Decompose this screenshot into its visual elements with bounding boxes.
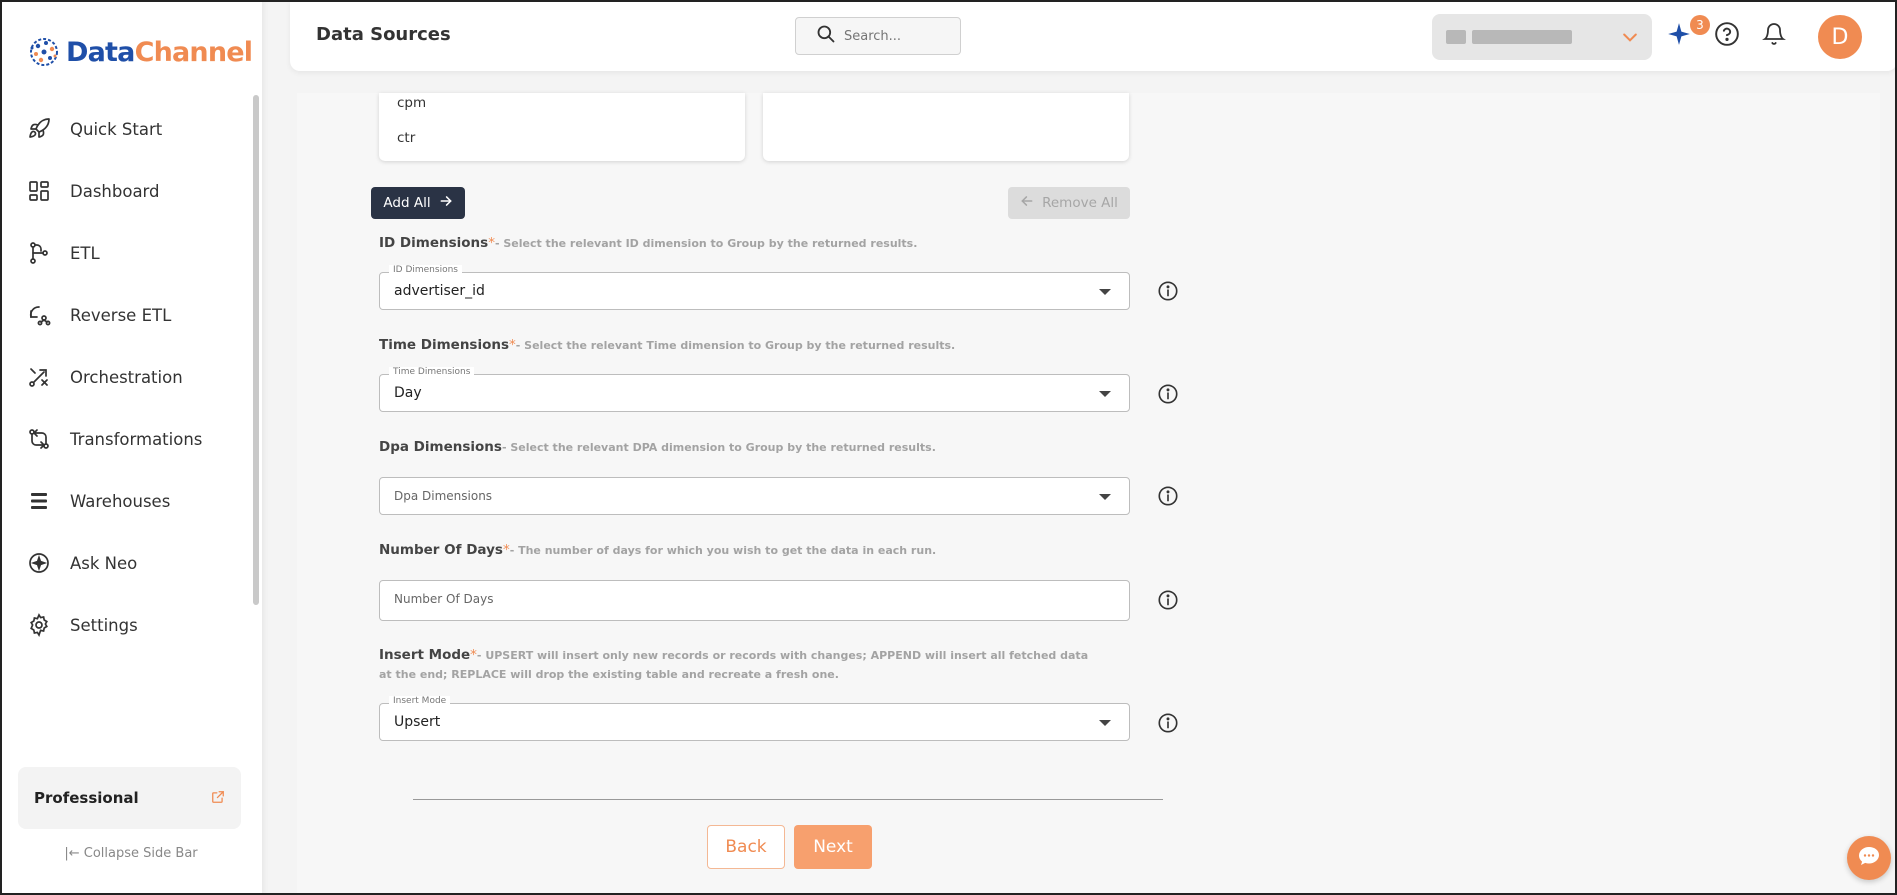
rocket-icon xyxy=(26,116,52,142)
page-title: Data Sources xyxy=(316,24,451,45)
workspace-selector[interactable] xyxy=(1432,14,1652,60)
help-button[interactable] xyxy=(1713,22,1741,50)
list-item[interactable]: ctr xyxy=(397,130,415,146)
arrow-right-icon xyxy=(439,194,453,212)
chat-support-button[interactable] xyxy=(1847,836,1891,880)
chat-bubble-icon xyxy=(1857,844,1881,872)
search-box[interactable] xyxy=(795,17,961,55)
sidebar-item-transformations[interactable]: Transformations xyxy=(0,408,250,470)
back-button[interactable]: Back xyxy=(707,825,785,869)
datachannel-logo[interactable]: DataChannel xyxy=(26,34,253,70)
selected-value: advertiser_id xyxy=(394,283,485,299)
user-avatar[interactable]: D xyxy=(1818,15,1862,59)
sidebar: DataChannel Quick Start Dashboard ETL Re… xyxy=(0,0,262,895)
add-all-label: Add All xyxy=(383,195,431,211)
available-metrics-list[interactable]: cpm ctr xyxy=(379,93,745,161)
sidebar-item-quick-start[interactable]: Quick Start xyxy=(0,98,250,160)
notifications-button[interactable] xyxy=(1760,22,1788,50)
sidebar-item-reverse-etl[interactable]: Reverse ETL xyxy=(0,284,250,346)
input-placeholder: Number Of Days xyxy=(394,592,494,606)
insert-mode-title: Insert Mode*- UPSERT will insert only ne… xyxy=(379,647,1089,681)
ai-sparkle-button[interactable] xyxy=(1665,22,1693,50)
main-content: cpm ctr Add All Remove All ID Dimensions… xyxy=(297,93,1880,895)
search-icon xyxy=(816,24,836,48)
id-dimensions-select[interactable]: ID Dimensions advertiser_id xyxy=(379,265,1130,310)
top-header: Data Sources 3 D xyxy=(290,0,1897,71)
time-dimensions-select[interactable]: Time Dimensions Day xyxy=(379,367,1130,412)
caret-down-icon xyxy=(1099,289,1111,295)
sidebar-item-orchestration[interactable]: Orchestration xyxy=(0,346,250,408)
sidebar-item-dashboard[interactable]: Dashboard xyxy=(0,160,250,222)
sparkle-icon xyxy=(1666,21,1692,51)
etl-icon xyxy=(26,240,52,266)
sidebar-item-warehouses[interactable]: Warehouses xyxy=(0,470,250,532)
insert-mode-select[interactable]: Insert Mode Upsert xyxy=(379,696,1130,741)
sidebar-nav: Quick Start Dashboard ETL Reverse ETL Or… xyxy=(0,98,250,656)
sidebar-item-etl[interactable]: ETL xyxy=(0,222,250,284)
id-dimensions-title: ID Dimensions*- Select the relevant ID d… xyxy=(379,235,918,251)
time-dimensions-title: Time Dimensions*- Select the relevant Ti… xyxy=(379,337,956,353)
workspace-avatar-redacted xyxy=(1446,30,1466,44)
workspace-name-redacted xyxy=(1472,30,1572,44)
sidebar-item-label: Reverse ETL xyxy=(70,305,172,325)
number-of-days-title: Number Of Days*- The number of days for … xyxy=(379,542,937,558)
sidebar-item-label: Warehouses xyxy=(70,491,171,511)
collapse-sidebar-button[interactable]: |← Collapse Side Bar xyxy=(0,846,262,861)
sidebar-item-label: Dashboard xyxy=(70,181,160,201)
sidebar-item-label: Orchestration xyxy=(70,367,183,387)
selected-metrics-list[interactable] xyxy=(763,93,1129,161)
arrow-left-icon xyxy=(1020,194,1034,212)
external-link-icon[interactable] xyxy=(211,789,225,808)
sidebar-item-settings[interactable]: Settings xyxy=(0,594,250,656)
plan-label: Professional xyxy=(34,789,139,807)
sidebar-item-label: Settings xyxy=(70,615,138,635)
caret-down-icon xyxy=(1099,720,1111,726)
field-floating-label: ID Dimensions xyxy=(389,265,462,275)
dashboard-icon xyxy=(26,178,52,204)
orchestration-icon xyxy=(26,364,52,390)
dpa-dimensions-select[interactable]: Dpa Dimensions xyxy=(379,477,1130,515)
collapse-left-icon: |← xyxy=(64,846,80,861)
remove-all-button[interactable]: Remove All xyxy=(1008,187,1130,219)
sidebar-item-ask-neo[interactable]: Ask Neo xyxy=(0,532,250,594)
info-icon[interactable] xyxy=(1157,485,1179,507)
reverse-etl-icon xyxy=(26,302,52,328)
info-icon[interactable] xyxy=(1157,712,1179,734)
sparkle-icon xyxy=(26,550,52,576)
sidebar-item-label: Transformations xyxy=(70,429,203,449)
info-icon[interactable] xyxy=(1157,383,1179,405)
sidebar-item-label: ETL xyxy=(70,243,100,263)
logo-text: DataChannel xyxy=(66,36,253,68)
add-all-button[interactable]: Add All xyxy=(371,187,465,219)
info-icon[interactable] xyxy=(1157,280,1179,302)
number-of-days-input[interactable]: Number Of Days xyxy=(379,580,1130,621)
chevron-down-icon xyxy=(1620,27,1640,51)
help-icon xyxy=(1714,21,1740,51)
sidebar-item-label: Ask Neo xyxy=(70,553,138,573)
field-floating-label: Insert Mode xyxy=(389,696,451,706)
plan-card[interactable]: Professional xyxy=(18,767,241,829)
collapse-label: Collapse Side Bar xyxy=(83,846,198,861)
search-input[interactable] xyxy=(844,28,944,44)
selected-value: Day xyxy=(394,385,422,401)
warehouses-icon xyxy=(26,488,52,514)
field-floating-label: Time Dimensions xyxy=(389,367,475,377)
form-divider xyxy=(413,799,1163,800)
dpa-dimensions-title: Dpa Dimensions- Select the relevant DPA … xyxy=(379,439,936,455)
caret-down-icon xyxy=(1099,391,1111,397)
sidebar-item-label: Quick Start xyxy=(70,119,163,139)
remove-all-label: Remove All xyxy=(1042,195,1118,211)
sidebar-scrollbar[interactable] xyxy=(253,95,259,605)
info-icon[interactable] xyxy=(1157,589,1179,611)
transformations-icon xyxy=(26,426,52,452)
selected-value: Upsert xyxy=(394,714,441,730)
gear-icon xyxy=(26,612,52,638)
caret-down-icon xyxy=(1099,494,1111,500)
bell-icon xyxy=(1762,22,1786,50)
datachannel-logo-icon xyxy=(30,38,58,66)
list-item[interactable]: cpm xyxy=(397,95,426,111)
select-placeholder: Dpa Dimensions xyxy=(394,489,493,503)
next-button[interactable]: Next xyxy=(794,825,872,869)
notification-count-badge: 3 xyxy=(1690,15,1710,35)
